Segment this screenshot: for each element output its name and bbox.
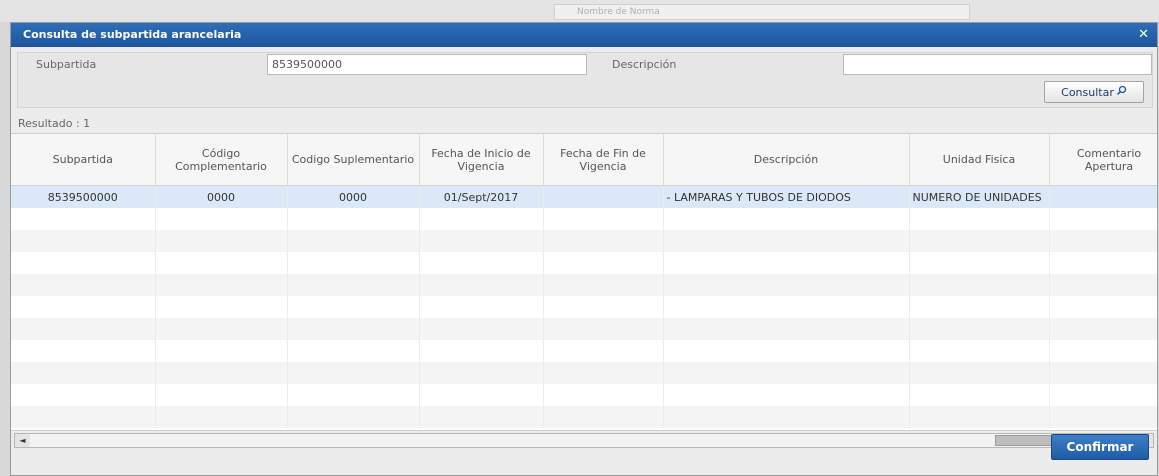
descripcion-input[interactable] bbox=[843, 54, 1152, 75]
column-header[interactable]: Unidad Fisica bbox=[909, 134, 1050, 186]
table-row-empty bbox=[11, 406, 1157, 428]
table-row-empty bbox=[11, 384, 1157, 406]
consultar-label: Consultar bbox=[1061, 85, 1114, 99]
column-header[interactable]: Código Complementario bbox=[155, 134, 288, 186]
column-header[interactable]: Fecha de Fin de Vigencia bbox=[543, 134, 664, 186]
table-row[interactable]: 8539500000 0000 0000 01/Sept/2017 - LAMP… bbox=[11, 185, 1157, 208]
table-row-empty bbox=[11, 252, 1157, 274]
horizontal-scrollbar[interactable]: ◄ ► bbox=[14, 433, 1154, 448]
dialog-title: Consulta de subpartida arancelaria bbox=[23, 28, 242, 41]
column-header[interactable]: Subpartida bbox=[11, 134, 156, 186]
descripcion-label: Descripción bbox=[612, 58, 677, 71]
result-count: Resultado : 1 bbox=[18, 117, 91, 130]
table-cell: NUMERO DE UNIDADES bbox=[909, 185, 1050, 208]
table-cell bbox=[543, 185, 664, 208]
subpartida-label: Subpartida bbox=[36, 58, 97, 71]
table-row-empty bbox=[11, 340, 1157, 362]
results-grid: Subpartida Código Complementario Codigo … bbox=[11, 133, 1157, 431]
table-row-empty bbox=[11, 296, 1157, 318]
consultar-button[interactable]: Consultar bbox=[1044, 81, 1144, 103]
table-row-empty bbox=[11, 274, 1157, 296]
background-field: Nombre de Norma bbox=[554, 4, 970, 20]
dialog-titlebar: Consulta de subpartida arancelaria ✕ bbox=[11, 23, 1157, 47]
column-header[interactable]: Codigo Suplementario bbox=[287, 134, 420, 186]
table-cell: 01/Sept/2017 bbox=[419, 185, 544, 208]
table-cell: 0000 bbox=[287, 185, 420, 208]
subpartida-dialog: Consulta de subpartida arancelaria ✕ Sub… bbox=[10, 22, 1158, 476]
column-header[interactable]: Comentario Apertura bbox=[1049, 134, 1157, 186]
search-icon bbox=[1116, 85, 1127, 99]
table-cell: 8539500000 bbox=[11, 185, 156, 208]
column-header[interactable]: Descripción bbox=[663, 134, 910, 186]
table-row-empty bbox=[11, 318, 1157, 340]
table-header-row: Subpartida Código Complementario Codigo … bbox=[11, 134, 1157, 186]
table-cell: - LAMPARAS Y TUBOS DE DIODOS bbox=[663, 185, 910, 208]
table-row-empty bbox=[11, 208, 1157, 230]
subpartida-input[interactable] bbox=[267, 54, 587, 75]
table-row-empty bbox=[11, 362, 1157, 384]
search-form: Subpartida Descripción bbox=[17, 52, 1153, 108]
close-icon[interactable]: ✕ bbox=[1138, 23, 1149, 47]
table-cell: 0000 bbox=[155, 185, 288, 208]
confirmar-button[interactable]: Confirmar bbox=[1051, 434, 1149, 460]
table-cell bbox=[1049, 185, 1157, 208]
scroll-left-icon[interactable]: ◄ bbox=[15, 434, 30, 447]
table-row-empty bbox=[11, 230, 1157, 252]
column-header[interactable]: Fecha de Inicio de Vigencia bbox=[419, 134, 544, 186]
results-table: Subpartida Código Complementario Codigo … bbox=[11, 134, 1157, 428]
